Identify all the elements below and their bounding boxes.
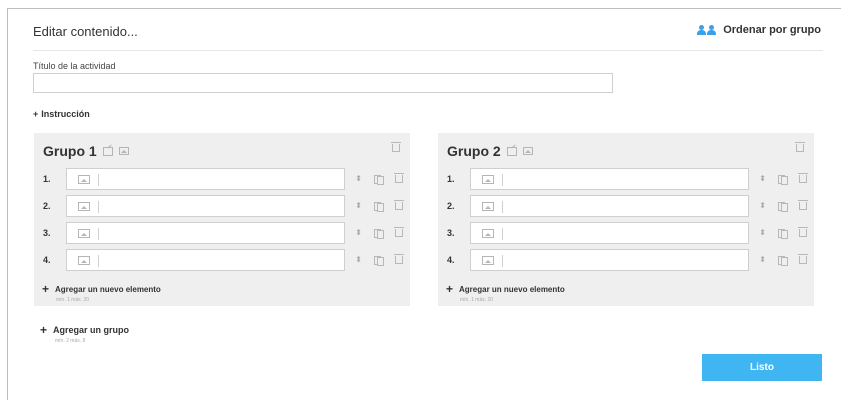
group-title-2: Grupo 2 [447, 143, 533, 159]
list-item: 2. ⬍ [43, 195, 404, 217]
reorder-icon[interactable]: ⬍ [355, 175, 362, 183]
item-input[interactable] [470, 222, 750, 244]
image-icon[interactable] [482, 255, 495, 265]
add-instruction-label: Instrucción [41, 109, 90, 119]
delete-icon[interactable] [798, 254, 808, 264]
list-item: 4. ⬍ [43, 249, 404, 271]
group-title-1: Grupo 1 [43, 143, 129, 159]
list-item: 1. ⬍ [447, 168, 808, 190]
add-instruction-link[interactable]: + Instrucción [33, 109, 90, 119]
group-icon [697, 25, 717, 35]
delete-icon[interactable] [798, 173, 808, 183]
duplicate-icon[interactable] [374, 202, 384, 212]
image-icon[interactable] [78, 228, 91, 238]
delete-icon[interactable] [798, 227, 808, 237]
list-item: 1. ⬍ [43, 168, 404, 190]
image-icon[interactable] [78, 255, 91, 265]
done-button[interactable]: Listo [702, 354, 822, 381]
order-by-group-label: Ordenar por grupo [723, 24, 821, 36]
reorder-icon[interactable]: ⬍ [759, 175, 766, 183]
group-title-text: Grupo 2 [447, 143, 501, 159]
item-input[interactable] [470, 249, 750, 271]
activity-title-label: Título de la actividad [33, 61, 116, 71]
reorder-icon[interactable]: ⬍ [759, 202, 766, 210]
duplicate-icon[interactable] [374, 229, 384, 239]
delete-group-icon[interactable] [795, 142, 805, 152]
image-icon[interactable] [78, 174, 91, 184]
plus-icon: + [446, 282, 454, 296]
group-title-text: Grupo 1 [43, 143, 97, 159]
list-item: 4. ⬍ [447, 249, 808, 271]
list-item: 3. ⬍ [43, 222, 404, 244]
page-title: Editar contenido... [33, 24, 138, 39]
delete-icon[interactable] [394, 227, 404, 237]
reorder-icon[interactable]: ⬍ [759, 229, 766, 237]
item-input[interactable] [470, 168, 750, 190]
image-icon[interactable] [118, 147, 129, 155]
item-input[interactable] [66, 222, 346, 244]
item-number: 4. [43, 255, 51, 265]
edit-icon[interactable] [506, 146, 517, 156]
duplicate-icon[interactable] [778, 229, 788, 239]
delete-icon[interactable] [394, 254, 404, 264]
reorder-icon[interactable]: ⬍ [355, 229, 362, 237]
reorder-icon[interactable]: ⬍ [759, 256, 766, 264]
activity-title-input[interactable] [33, 73, 613, 93]
add-group-button[interactable]: + Agregar un grupo mín. 2 máx. 8 [40, 323, 129, 344]
order-by-group-button[interactable]: Ordenar por grupo [697, 24, 821, 36]
image-icon[interactable] [482, 201, 495, 211]
duplicate-icon[interactable] [778, 256, 788, 266]
add-group-label: Agregar un grupo [53, 325, 130, 335]
image-icon[interactable] [78, 201, 91, 211]
delete-icon[interactable] [394, 173, 404, 183]
group-panel-1: Grupo 1 1. ⬍ 2. ⬍ 3. ⬍ 4. ⬍ + Agregar un… [34, 133, 410, 306]
add-element-button[interactable]: + Agregar un nuevo elemento mín. 1 máx. … [446, 282, 565, 303]
item-number: 4. [447, 255, 455, 265]
reorder-icon[interactable]: ⬍ [355, 202, 362, 210]
delete-icon[interactable] [394, 200, 404, 210]
duplicate-icon[interactable] [374, 256, 384, 266]
item-input[interactable] [66, 249, 346, 271]
duplicate-icon[interactable] [778, 202, 788, 212]
item-number: 2. [43, 201, 51, 211]
add-element-label: Agregar un nuevo elemento [55, 284, 161, 294]
reorder-icon[interactable]: ⬍ [355, 256, 362, 264]
plus-icon: + [42, 282, 50, 296]
item-input[interactable] [66, 168, 346, 190]
edit-icon[interactable] [102, 146, 113, 156]
item-input[interactable] [66, 195, 346, 217]
plus-icon: + [40, 323, 48, 337]
image-icon[interactable] [522, 147, 533, 155]
group-panel-2: Grupo 2 1. ⬍ 2. ⬍ 3. ⬍ 4. ⬍ + Agregar un… [438, 133, 814, 306]
duplicate-icon[interactable] [374, 175, 384, 185]
group-limit-text: mín. 2 máx. 8 [55, 338, 86, 344]
image-icon[interactable] [482, 228, 495, 238]
item-number: 1. [447, 174, 455, 184]
add-element-label: Agregar un nuevo elemento [459, 284, 565, 294]
add-element-button[interactable]: + Agregar un nuevo elemento mín. 1 máx. … [42, 282, 161, 303]
item-number: 3. [447, 228, 455, 238]
plus-icon: + [33, 109, 39, 119]
delete-group-icon[interactable] [391, 142, 401, 152]
element-limit-text: mín. 1 máx. 20 [460, 297, 494, 303]
item-input[interactable] [470, 195, 750, 217]
list-item: 3. ⬍ [447, 222, 808, 244]
list-item: 2. ⬍ [447, 195, 808, 217]
duplicate-icon[interactable] [778, 175, 788, 185]
header-divider [33, 50, 823, 51]
item-number: 2. [447, 201, 455, 211]
image-icon[interactable] [482, 174, 495, 184]
delete-icon[interactable] [798, 200, 808, 210]
element-limit-text: mín. 1 máx. 20 [56, 297, 90, 303]
item-number: 1. [43, 174, 51, 184]
item-number: 3. [43, 228, 51, 238]
